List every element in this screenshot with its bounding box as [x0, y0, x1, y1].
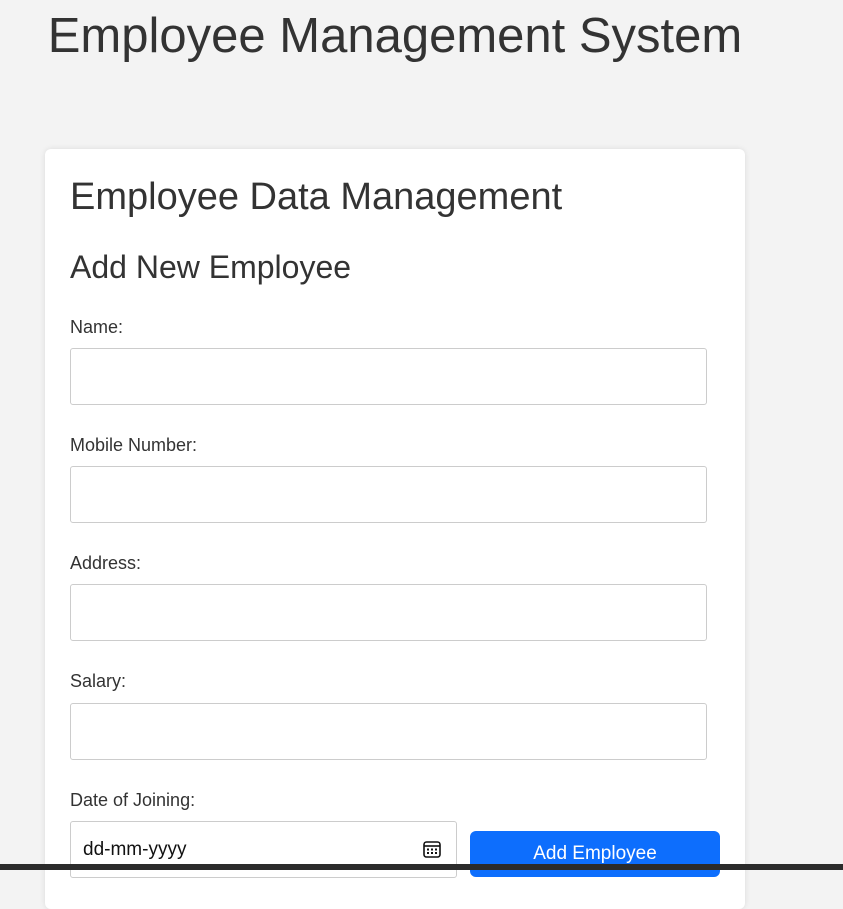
date-of-joining-label: Date of Joining: [70, 790, 196, 810]
name-label: Name: [70, 317, 124, 337]
calendar-icon[interactable] [422, 839, 442, 859]
mobile-number-input[interactable] [70, 466, 707, 523]
card-title: Employee Data Management [70, 176, 563, 218]
name-input[interactable] [70, 348, 707, 405]
mobile-number-label: Mobile Number: [70, 435, 198, 455]
salary-label: Salary: [70, 671, 127, 691]
employee-card: Employee Data Management Add New Employe… [45, 149, 745, 909]
add-employee-button[interactable]: Add Employee [470, 831, 720, 877]
window-bottom-edge [0, 864, 843, 870]
address-label: Address: [70, 553, 142, 573]
address-input[interactable] [70, 584, 707, 641]
salary-input[interactable] [70, 703, 707, 760]
date-placeholder: dd-mm-yyyy [83, 839, 187, 860]
form-title: Add New Employee [70, 249, 352, 285]
page-title: Employee Management System [47, 9, 743, 63]
